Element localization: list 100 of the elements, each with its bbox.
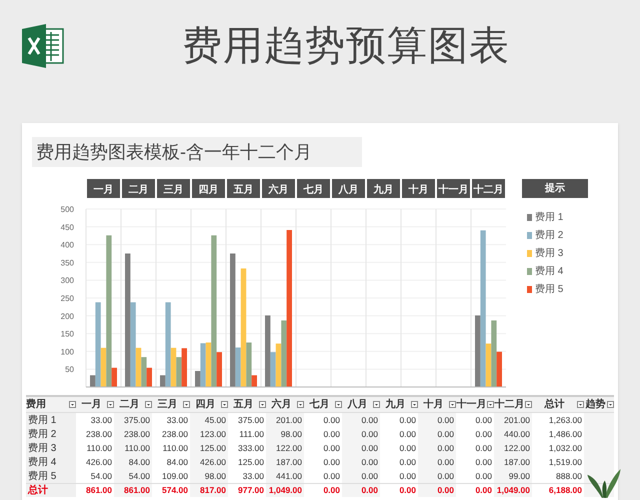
axis-tick-label: 150: [60, 330, 74, 339]
axis-tick-label: 350: [60, 258, 74, 268]
x-tick-label: 十一月: [438, 184, 468, 196]
x-tick-label: 三月: [164, 184, 184, 196]
table-cell: 54.00: [114, 469, 152, 483]
month-header: 七月: [297, 179, 330, 198]
dropdown-icon[interactable]: [145, 401, 152, 408]
month-header: 五月: [227, 179, 260, 198]
table-cell: 0.00: [342, 484, 380, 497]
x-tick-label: 二月: [128, 184, 148, 196]
column-header: 四月: [194, 398, 216, 412]
dropdown-icon[interactable]: [607, 401, 614, 408]
table-cell: 1,049.00: [494, 484, 532, 497]
dropdown-icon[interactable]: [411, 401, 418, 408]
table-cell: 0.00: [342, 469, 380, 483]
table-cell: 441.00: [266, 469, 304, 483]
table-cell: 426.00: [190, 455, 228, 469]
table-cell: 0.00: [418, 441, 456, 455]
x-tick-label: 七月: [302, 184, 324, 196]
month-header: 二月: [122, 179, 155, 198]
row-label: 费用 4: [26, 455, 76, 469]
column-header: 一月: [80, 398, 102, 412]
table-cell: 0.00: [342, 441, 380, 455]
x-tick-label: 六月: [268, 184, 288, 196]
month-header: 四月: [192, 179, 225, 198]
table-cell: 122.00: [266, 441, 304, 455]
legend-header: 提示: [522, 179, 588, 198]
column-header: 十月: [422, 398, 444, 412]
table-cell: 440.00: [494, 427, 532, 441]
table-cell: 110.00: [114, 441, 152, 455]
x-tick-label: 五月: [232, 184, 254, 196]
table-cell: 187.00: [266, 455, 304, 469]
table-cell: 861.00: [114, 484, 152, 497]
table-cell: 817.00: [190, 484, 228, 497]
table-cell: 0.00: [418, 413, 456, 427]
dropdown-icon[interactable]: [335, 401, 342, 408]
axis-tick-label: 500: [60, 205, 74, 214]
column-header: 三月: [156, 398, 178, 412]
axis-tick-label: 400: [60, 240, 74, 250]
table-cell: 98.00: [190, 469, 228, 483]
dropdown-icon[interactable]: [221, 401, 228, 408]
table-cell: 45.00: [190, 413, 228, 427]
row-label: 费用 2: [26, 427, 76, 441]
column-header: 趋势: [584, 398, 606, 412]
legend-label: 费用 3: [535, 246, 564, 261]
column-header: 费用: [26, 398, 46, 412]
column-header: 五月: [232, 398, 254, 412]
table-cell: 187.00: [494, 455, 532, 469]
table-cell: 98.00: [266, 427, 304, 441]
column-header: 七月: [308, 398, 330, 412]
table-cell: 0.00: [418, 455, 456, 469]
sheet-subtitle: 费用趋势图表模板-含一年十二个月: [36, 140, 312, 164]
table-cell: 201.00: [266, 413, 304, 427]
table-cell: 0.00: [342, 427, 380, 441]
legend-label: 费用 2: [535, 228, 564, 243]
table-cell: 0.00: [418, 427, 456, 441]
axis-tick-label: 250: [60, 294, 74, 303]
dropdown-icon[interactable]: [487, 401, 494, 408]
column-header: 六月: [270, 397, 292, 412]
table-cell: [584, 469, 614, 483]
table-cell: 0.00: [418, 484, 456, 497]
row-label: 费用 5: [26, 469, 76, 483]
axis-tick-label: 300: [60, 276, 74, 286]
x-tick-label: 十月: [408, 184, 428, 196]
dropdown-icon[interactable]: [183, 401, 190, 408]
column-header: 十一月: [456, 398, 487, 412]
legend-label: 费用 4: [535, 264, 564, 279]
month-header: 三月: [157, 179, 190, 198]
axis-tick-label: 50: [65, 365, 74, 374]
x-tick-label: 九月: [372, 184, 394, 196]
dropdown-icon[interactable]: [69, 401, 76, 408]
dropdown-icon[interactable]: [107, 401, 114, 408]
legend-label: 费用 5: [535, 282, 564, 297]
dropdown-icon[interactable]: [373, 401, 380, 408]
table-cell: 1,049.00: [266, 484, 304, 497]
dropdown-icon[interactable]: [449, 401, 456, 408]
table-cell: 84.00: [114, 455, 152, 469]
dropdown-icon[interactable]: [297, 401, 304, 408]
month-header: 六月: [262, 179, 295, 198]
column-header: 二月: [118, 398, 140, 412]
dropdown-icon[interactable]: [259, 401, 266, 408]
table-cell: 0.00: [342, 413, 380, 427]
month-header: 一月: [87, 179, 120, 198]
dropdown-icon[interactable]: [577, 401, 584, 408]
x-tick-label: 十二月: [472, 184, 504, 196]
table-cell: 122.00: [494, 441, 532, 455]
x-tick-label: 八月: [338, 184, 358, 196]
table-cell: 0.00: [342, 455, 380, 469]
table-cell: 123.00: [190, 427, 228, 441]
axis-tick-label: 450: [60, 222, 74, 232]
table-cell: 201.00: [494, 413, 532, 427]
table-cell: 99.00: [494, 469, 532, 483]
dropdown-icon[interactable]: [525, 401, 532, 408]
column-header: 九月: [384, 398, 406, 412]
month-header: 十月: [402, 179, 435, 198]
x-tick-label: 四月: [198, 184, 218, 196]
month-header: 十二月: [472, 179, 505, 198]
table-cell: 238.00: [114, 427, 152, 441]
page-title: 费用趋势预算图表: [182, 23, 510, 70]
axis-tick-label: 200: [60, 312, 74, 321]
